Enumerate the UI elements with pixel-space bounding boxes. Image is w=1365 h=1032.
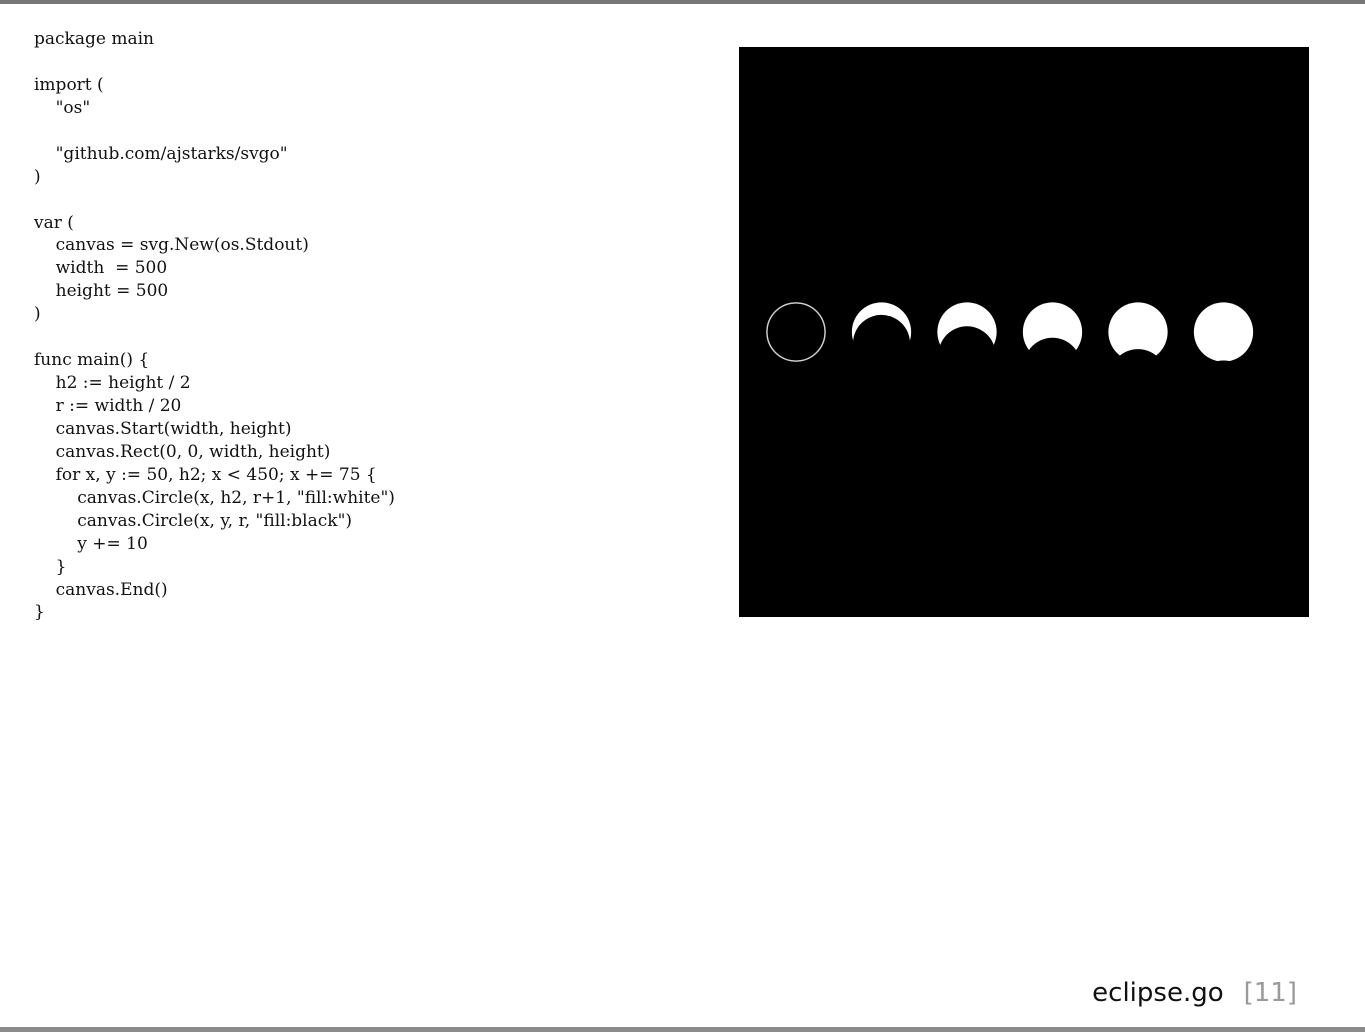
- slide-number: [11]: [1243, 978, 1297, 1008]
- black-disc: [1024, 337, 1081, 395]
- code-line: import (: [34, 74, 104, 95]
- black-disc: [938, 326, 996, 384]
- code-line: ): [34, 166, 41, 187]
- top-border: [0, 0, 1365, 4]
- code-line: canvas.Rect(0, 0, width, height): [34, 441, 331, 462]
- code-line: canvas.Circle(x, y, r, "fill:black"): [34, 510, 353, 531]
- code-line: }: [34, 602, 45, 623]
- code-line: package main: [34, 29, 154, 49]
- code-line: func main() {: [34, 350, 150, 371]
- eclipse-canvas: [739, 47, 1309, 617]
- code-line: width = 500: [34, 258, 168, 279]
- black-disc: [1109, 349, 1167, 407]
- code-line: height = 500: [34, 281, 169, 302]
- code-line: "github.com/ajstarks/svgo": [34, 143, 288, 164]
- svg-output-preview: [739, 47, 1309, 617]
- code-line: "os": [34, 97, 91, 118]
- code-line: y += 10: [34, 533, 148, 554]
- bottom-border: [0, 1027, 1365, 1032]
- code-line: }: [34, 556, 67, 577]
- code-listing: package main import ( "os" "github.com/aj…: [34, 28, 395, 624]
- black-disc: [853, 314, 910, 372]
- code-line: h2 := height / 2: [34, 373, 191, 394]
- slide-footer: eclipse.go [11]: [1092, 976, 1297, 1010]
- code-line: canvas = svg.New(os.Stdout): [34, 235, 309, 256]
- code-line: for x, y := 50, h2; x < 450; x += 75 {: [34, 464, 377, 485]
- black-disc: [767, 303, 825, 361]
- white-disc: [1193, 302, 1254, 362]
- code-line: r := width / 20: [34, 396, 182, 416]
- code-line: ): [34, 304, 41, 325]
- code-line: canvas.End(): [34, 579, 168, 600]
- code-line: canvas.Start(width, height): [34, 418, 292, 439]
- black-disc: [1195, 360, 1252, 418]
- code-line: canvas.Circle(x, h2, r+1, "fill:white"): [34, 487, 395, 508]
- code-line: var (: [34, 212, 74, 233]
- slide-title: eclipse.go: [1092, 978, 1224, 1008]
